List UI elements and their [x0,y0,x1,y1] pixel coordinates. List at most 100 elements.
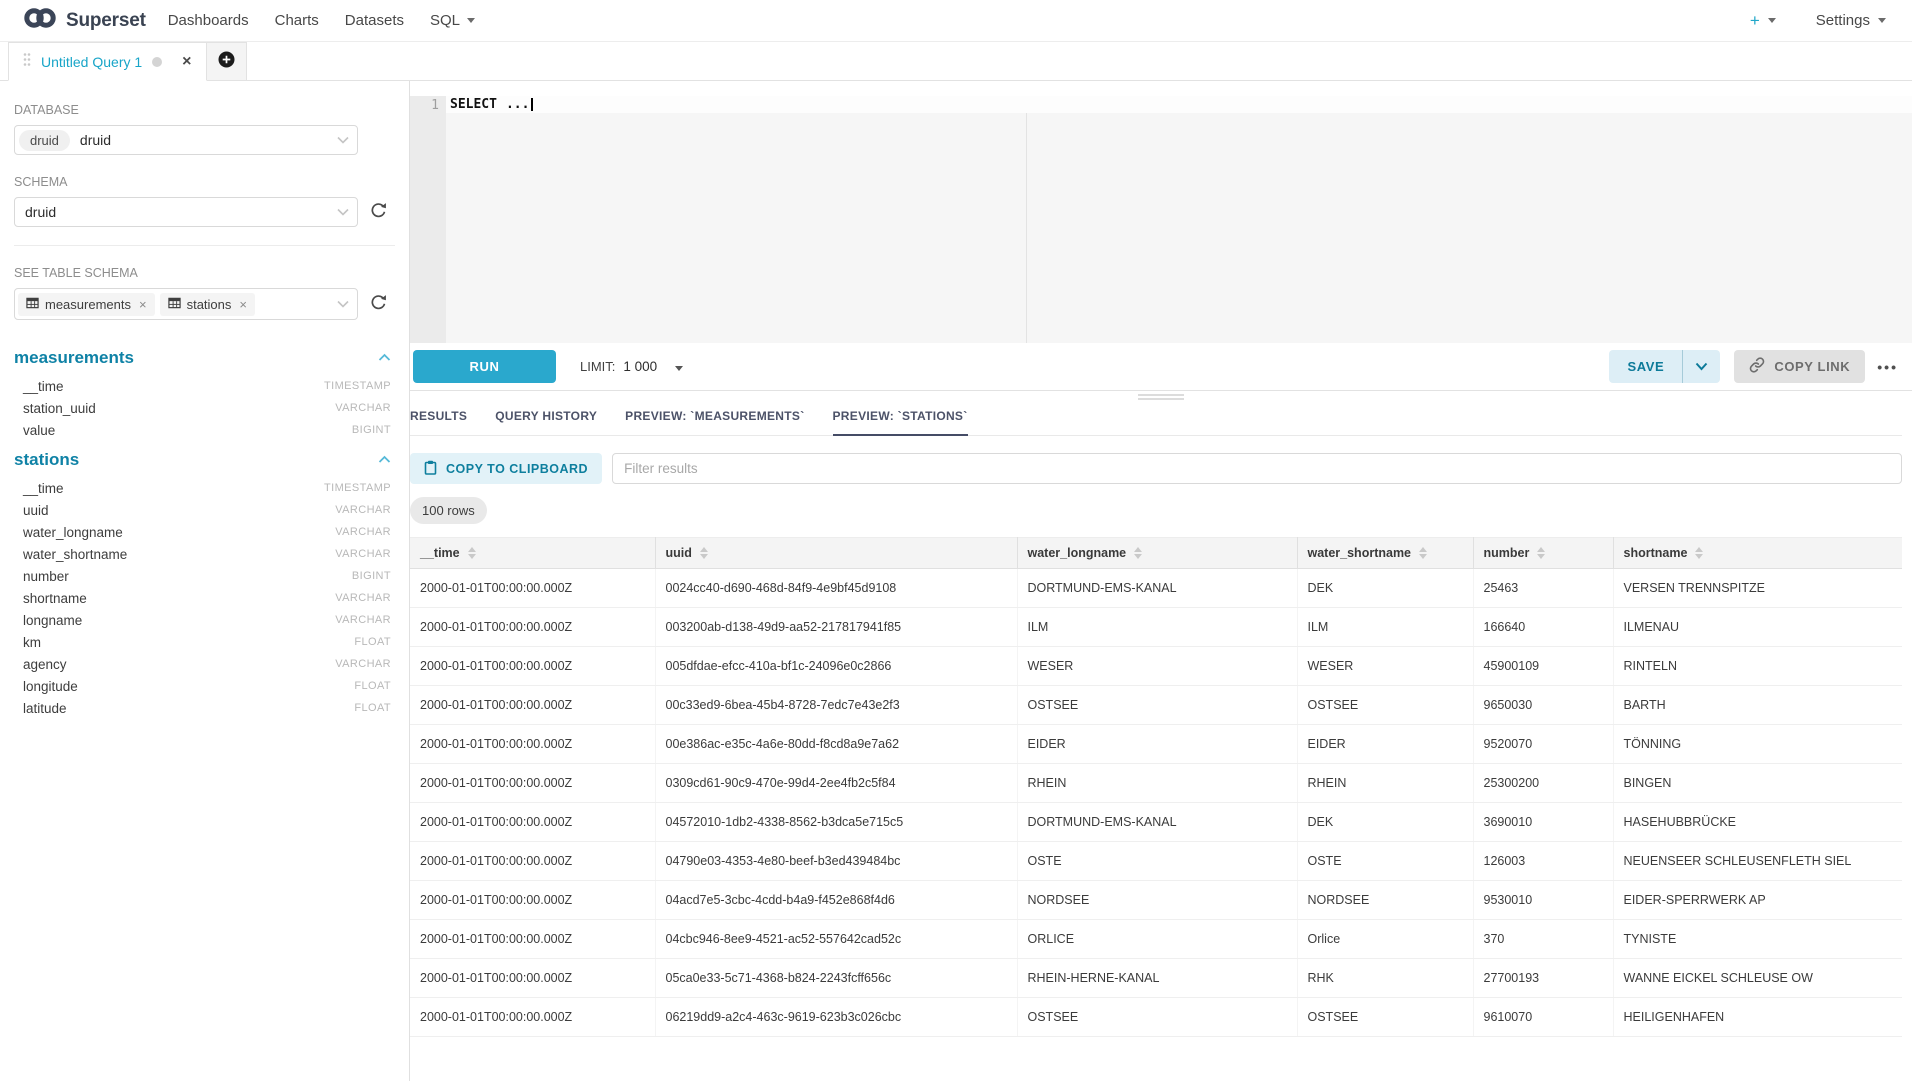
editor-gutter: 1 [410,96,446,343]
nav-item-datasets[interactable]: Datasets [345,12,404,29]
row-count-badge: 100 rows [410,497,487,524]
nav-item-sql[interactable]: SQL [430,12,475,29]
table-chip-stations[interactable]: stations × [160,293,255,316]
sort-icon [1695,547,1703,559]
cell: 0024cc40-d690-468d-84f9-4e9bf45d9108 [655,569,1017,608]
schema-section-stations: stations __timeTIMESTAMP uuidVARCHAR wat… [14,450,395,719]
sort-icon [468,547,476,559]
cell: Orlice [1297,920,1473,959]
database-select[interactable]: druid druid [14,125,358,155]
limit-dropdown[interactable]: LIMIT: 1 000 [580,358,683,376]
column-header-water-longname[interactable]: water_longname [1017,538,1297,569]
copy-link-button[interactable]: COPY LINK [1734,350,1865,383]
resize-drag-handle[interactable] [1138,394,1184,402]
save-button[interactable]: SAVE [1609,350,1682,383]
tab-results[interactable]: RESULTS [410,409,467,436]
schema-column-row: latitudeFLOAT [14,697,395,719]
column-header-shortname[interactable]: shortname [1613,538,1902,569]
cell: EIDER-SPERRWERK AP [1613,881,1902,920]
cell: 04acd7e5-3cbc-4cdd-b4a9-f452e868f4d6 [655,881,1017,920]
query-state-dot [152,57,162,67]
see-table-schema-label: SEE TABLE SCHEMA [14,266,395,280]
nav-item-sql-label: SQL [430,12,460,29]
schema-value: druid [25,204,56,220]
refresh-schema-button[interactable] [367,201,389,223]
schema-collapse-stations[interactable]: stations [14,450,395,470]
chevron-down-icon [1695,358,1708,376]
limit-value: 1 000 [623,359,657,374]
save-options-button[interactable] [1683,350,1720,383]
run-button[interactable]: RUN [413,350,556,383]
tab-preview-measurements[interactable]: PREVIEW: `MEASUREMENTS` [625,409,804,436]
column-type: VARCHAR [335,548,391,560]
editor-code-area[interactable]: SELECT ... [446,96,1912,343]
sql-code-text: ... [506,96,529,113]
cell: DEK [1297,569,1473,608]
cell: TÖNNING [1613,725,1902,764]
cell: 2000-01-01T00:00:00.000Z [410,920,655,959]
nav-right: + Settings [1750,12,1886,29]
cell: 370 [1473,920,1613,959]
column-name: value [23,423,55,438]
cell: HASEHUBBRÜCKE [1613,803,1902,842]
sql-lab-sidebar: DATABASE druid druid SCHEMA druid [0,81,410,1081]
cell: 27700193 [1473,959,1613,998]
close-icon[interactable]: × [182,54,191,70]
table-row: 2000-01-01T00:00:00.000Z04572010-1db2-43… [410,803,1902,842]
results-controls: COPY TO CLIPBOARD [410,453,1902,484]
column-header-label: water_longname [1028,546,1127,560]
column-header-uuid[interactable]: uuid [655,538,1017,569]
schema-collapse-measurements[interactable]: measurements [14,348,395,368]
table-schema-select[interactable]: measurements × [14,288,358,320]
query-tab-active[interactable]: Untitled Query 1 × [8,42,207,81]
cell: 2000-01-01T00:00:00.000Z [410,608,655,647]
superset-logo-icon [22,6,58,35]
sql-editor[interactable]: 1 SELECT ... [410,96,1912,343]
tab-query-history[interactable]: QUERY HISTORY [495,409,597,436]
new-item-button[interactable]: + [1750,12,1776,29]
schema-table-name: stations [14,450,79,470]
refresh-tables-button[interactable] [367,293,389,315]
cell: 25300200 [1473,764,1613,803]
schema-column-row: shortnameVARCHAR [14,587,395,609]
cell: OSTSEE [1017,686,1297,725]
schema-column-row: valueBIGINT [14,419,395,441]
filter-results-input[interactable] [612,453,1902,484]
schema-column-row: numberBIGINT [14,565,395,587]
superset-logo[interactable]: Superset [22,6,146,35]
more-actions-button[interactable]: ••• [1877,359,1898,375]
add-query-tab-button[interactable] [207,42,247,81]
column-type: FLOAT [354,702,391,714]
database-label: DATABASE [14,103,395,117]
remove-chip-icon[interactable]: × [139,298,147,311]
chevron-down-icon [337,295,349,313]
column-header-time[interactable]: __time [410,538,655,569]
column-header-number[interactable]: number [1473,538,1613,569]
nav-item-charts[interactable]: Charts [275,12,319,29]
cell: 2000-01-01T00:00:00.000Z [410,842,655,881]
column-name: uuid [23,503,49,518]
cell: 2000-01-01T00:00:00.000Z [410,686,655,725]
column-type: VARCHAR [335,504,391,516]
copy-to-clipboard-button[interactable]: COPY TO CLIPBOARD [410,453,602,484]
table-icon [26,297,39,312]
refresh-icon [369,293,388,315]
settings-menu[interactable]: Settings [1816,12,1886,29]
schema-table-name: measurements [14,348,134,368]
schema-column-row: kmFLOAT [14,631,395,653]
nav-links: Dashboards Charts Datasets SQL [168,12,475,29]
column-name: water_longname [23,525,123,540]
settings-label: Settings [1816,12,1870,29]
cell: RINTELN [1613,647,1902,686]
schema-column-row: station_uuidVARCHAR [14,397,395,419]
caret-down-icon [1768,18,1776,23]
schema-column-row: longnameVARCHAR [14,609,395,631]
database-chip: druid [19,130,70,151]
column-header-water-shortname[interactable]: water_shortname [1297,538,1473,569]
tab-preview-stations[interactable]: PREVIEW: `STATIONS` [833,409,968,436]
table-chip-measurements[interactable]: measurements × [18,293,155,316]
nav-item-dashboards[interactable]: Dashboards [168,12,249,29]
brand-name: Superset [66,10,146,32]
remove-chip-icon[interactable]: × [239,298,247,311]
schema-select[interactable]: druid [14,197,358,227]
